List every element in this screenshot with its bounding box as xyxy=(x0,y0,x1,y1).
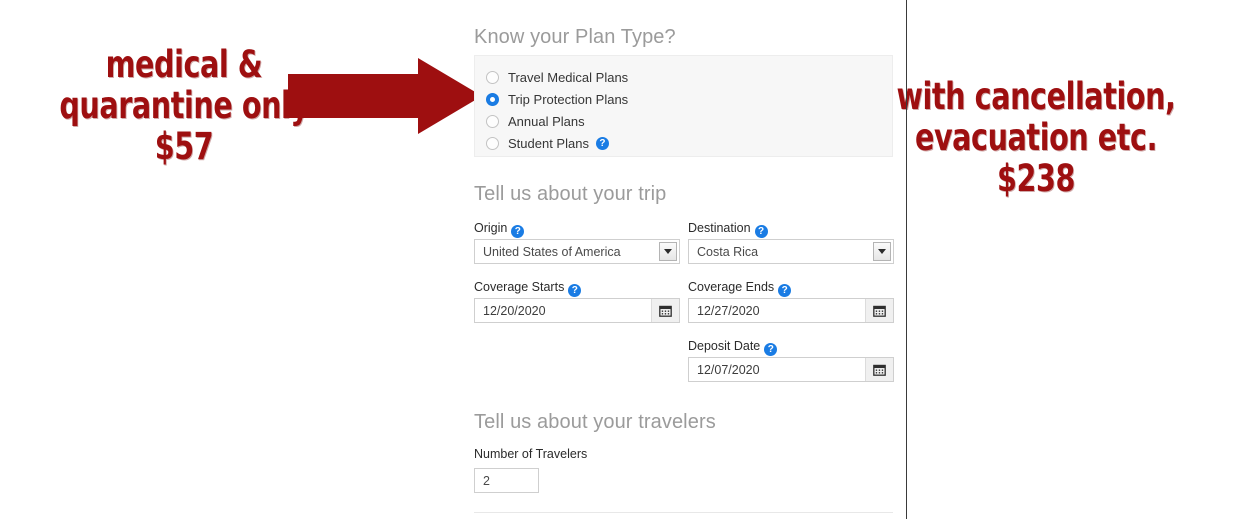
calendar-icon-deposit-date[interactable] xyxy=(865,358,893,381)
plan-type-heading: Know your Plan Type? xyxy=(474,26,676,48)
number-of-travelers-value: 2 xyxy=(483,473,490,488)
deposit-date-label: Deposit Date xyxy=(688,339,761,353)
radio-label-travel-medical-plans: Travel Medical Plans xyxy=(508,69,629,85)
deposit-date-input[interactable]: 12/07/2020 xyxy=(688,357,894,382)
coverage-starts-value: 12/20/2020 xyxy=(483,303,546,318)
radio-label-student-plans: Student Plans xyxy=(508,135,589,151)
quote-form: Know your Plan Type? Travel Medical Plan… xyxy=(460,0,900,519)
vertical-divider xyxy=(906,0,907,519)
radio-option-student-plans[interactable]: Student Plans ? xyxy=(486,133,609,153)
help-icon-destination[interactable]: ? xyxy=(754,225,768,238)
right-annotation-line3: $238 xyxy=(997,157,1075,200)
destination-label-wrap: Destination? xyxy=(688,221,768,238)
radio-travel-medical-plans[interactable] xyxy=(486,70,499,84)
deposit-date-value: 12/07/2020 xyxy=(697,362,760,377)
destination-value: Costa Rica xyxy=(697,244,759,259)
help-icon-origin[interactable]: ? xyxy=(511,225,525,238)
coverage-ends-input[interactable]: 12/27/2020 xyxy=(688,298,894,323)
destination-select[interactable]: Costa Rica xyxy=(688,239,894,264)
coverage-ends-label: Coverage Ends xyxy=(688,280,775,294)
right-annotation-line1: with cancellation, xyxy=(896,75,1176,118)
calendar-icon-coverage-starts[interactable] xyxy=(651,299,679,322)
coverage-starts-label-wrap: Coverage Starts? xyxy=(474,280,582,297)
radio-option-annual-plans[interactable]: Annual Plans xyxy=(486,111,585,131)
travelers-section-heading: Tell us about your travelers xyxy=(474,411,716,433)
help-icon-coverage-ends[interactable]: ? xyxy=(778,284,792,297)
coverage-ends-value: 12/27/2020 xyxy=(697,303,760,318)
radio-annual-plans[interactable] xyxy=(486,114,499,128)
coverage-starts-input[interactable]: 12/20/2020 xyxy=(474,298,680,323)
deposit-date-label-wrap: Deposit Date? xyxy=(688,339,778,356)
trip-section-heading: Tell us about your trip xyxy=(474,183,667,205)
right-pointing-arrow xyxy=(288,58,482,134)
coverage-ends-label-wrap: Coverage Ends? xyxy=(688,280,792,297)
radio-option-trip-protection-plans[interactable]: Trip Protection Plans xyxy=(486,89,628,109)
radio-label-trip-protection-plans: Trip Protection Plans xyxy=(508,91,629,107)
number-of-travelers-input[interactable]: 2 xyxy=(474,468,539,493)
origin-label: Origin xyxy=(474,221,508,235)
chevron-down-icon-origin[interactable] xyxy=(659,242,677,261)
right-annotation-line2: evacuation etc. xyxy=(914,116,1158,159)
radio-option-travel-medical-plans[interactable]: Travel Medical Plans xyxy=(486,67,628,87)
radio-trip-protection-plans[interactable] xyxy=(486,92,499,106)
radio-label-annual-plans: Annual Plans xyxy=(508,113,585,129)
chevron-down-icon-destination[interactable] xyxy=(873,242,891,261)
help-icon-coverage-starts[interactable]: ? xyxy=(568,284,582,297)
origin-select[interactable]: United States of America xyxy=(474,239,680,264)
coverage-starts-label: Coverage Starts xyxy=(474,280,565,294)
right-annotation-text: with cancellation, evacuation etc. $238 xyxy=(864,76,1208,199)
bottom-divider xyxy=(474,512,893,513)
help-icon-student-plans[interactable]: ? xyxy=(595,136,609,150)
origin-value: United States of America xyxy=(483,244,621,259)
plan-type-panel: Travel Medical Plans Trip Protection Pla… xyxy=(474,55,893,157)
calendar-icon-coverage-ends[interactable] xyxy=(865,299,893,322)
destination-label: Destination xyxy=(688,221,751,235)
origin-label-wrap: Origin? xyxy=(474,221,525,238)
help-icon-deposit-date[interactable]: ? xyxy=(764,343,778,356)
number-of-travelers-label: Number of Travelers xyxy=(474,447,588,461)
radio-student-plans[interactable] xyxy=(486,136,499,150)
